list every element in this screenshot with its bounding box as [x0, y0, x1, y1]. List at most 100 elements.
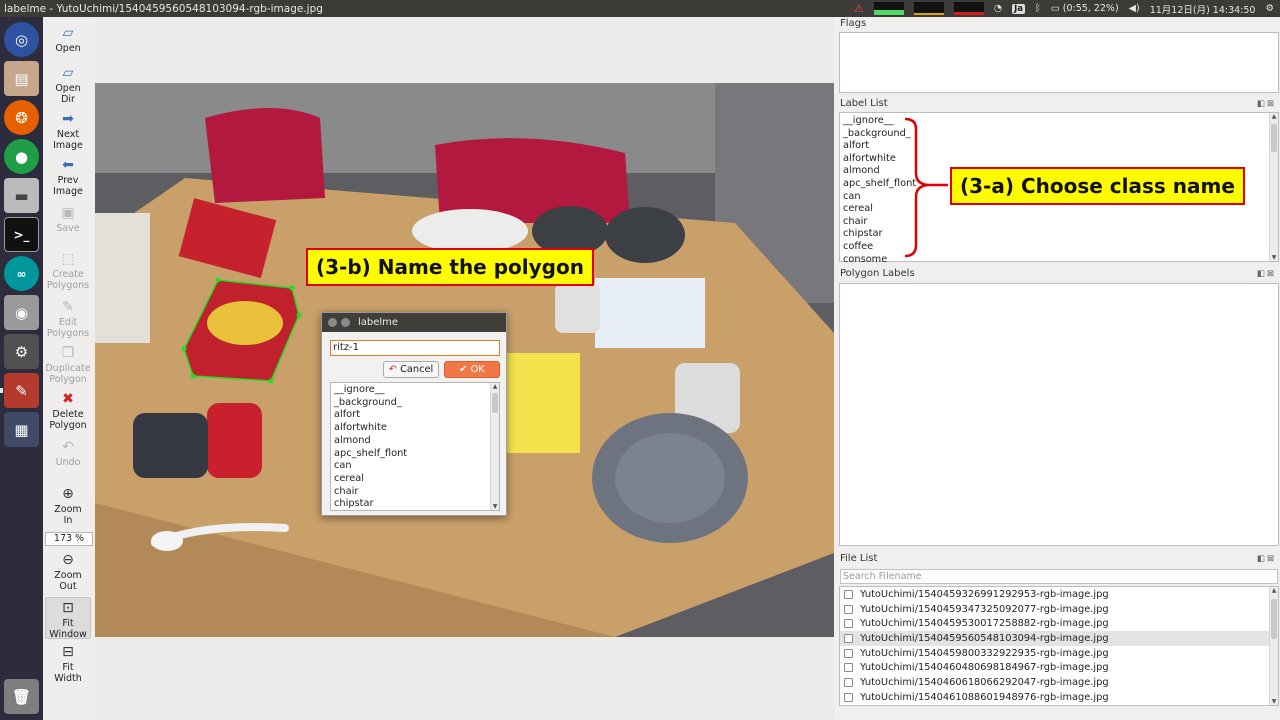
- label-option-item[interactable]: chair: [334, 486, 496, 499]
- file-list-item[interactable]: YutoUchimi/1540459326991292953-rgb-image…: [840, 587, 1278, 602]
- file-checkbox[interactable]: [844, 648, 853, 658]
- scrollbar-thumb[interactable]: [492, 393, 498, 413]
- power-icon[interactable]: ⚙: [1265, 3, 1274, 14]
- label-list-scrollbar[interactable]: ▲ ▼: [1269, 113, 1278, 261]
- label-option-item[interactable]: can: [334, 460, 496, 473]
- scroll-down-icon[interactable]: ▼: [491, 503, 499, 510]
- battery-indicator[interactable]: ▭ (0:55, 22%): [1051, 3, 1119, 14]
- label-options-list[interactable]: __ignore__ _background_ alfort alfortwhite a…: [330, 382, 500, 511]
- chrome-icon[interactable]: ●: [4, 139, 39, 174]
- zoom-level-field[interactable]: 173 %: [45, 532, 93, 546]
- file-list-item[interactable]: YutoUchimi/1540459560548103094-rgb-image…: [840, 631, 1278, 646]
- brace-icon: [904, 117, 948, 258]
- ubuntu-dash-icon[interactable]: ◎: [4, 22, 39, 57]
- label-option-item[interactable]: almond: [334, 435, 496, 448]
- create-polygons-button[interactable]: ⬚ Create Polygons: [45, 251, 91, 291]
- labelme-app-icon[interactable]: ✎: [4, 373, 39, 408]
- file-checkbox[interactable]: [844, 589, 853, 599]
- edit-polygons-button[interactable]: ✎ Edit Polygons: [45, 299, 91, 339]
- file-list-scrollbar[interactable]: ▲ ▼: [1269, 587, 1278, 705]
- scroll-down-icon[interactable]: ▼: [1270, 254, 1278, 261]
- input-method-indicator[interactable]: Ja: [1012, 3, 1026, 14]
- file-list-item[interactable]: YutoUchimi/1540460618066292047-rgb-image…: [840, 675, 1278, 690]
- label-option-item[interactable]: _background_: [334, 397, 496, 410]
- scrollbar-thumb[interactable]: [1271, 599, 1277, 639]
- window-title: labelme - YutoUchimi/1540459560548103094…: [4, 2, 323, 15]
- system-monitor-net-icon[interactable]: [913, 2, 944, 15]
- arrow-right-icon: ➡: [62, 111, 74, 127]
- fit-window-button[interactable]: ⊡ Fit Window: [45, 597, 91, 640]
- settings-icon[interactable]: ⚙: [4, 334, 39, 369]
- scroll-up-icon[interactable]: ▲: [491, 383, 499, 390]
- label-option-item[interactable]: alfortwhite: [334, 422, 496, 435]
- fit-width-button[interactable]: ⊟ Fit Width: [45, 644, 91, 684]
- bluetooth-icon[interactable]: ᛒ: [1035, 3, 1041, 14]
- label-options[interactable]: __ignore__ _background_ alfort alfortwhite a…: [331, 383, 499, 513]
- scroll-up-icon[interactable]: ▲: [1270, 587, 1278, 594]
- float-dock-icon[interactable]: ◧: [1257, 269, 1267, 279]
- next-image-button[interactable]: ➡ Next Image: [45, 111, 91, 151]
- scroll-up-icon[interactable]: ▲: [1270, 113, 1278, 120]
- file-list[interactable]: YutoUchimi/1540459326991292953-rgb-image…: [840, 587, 1278, 705]
- scroll-down-icon[interactable]: ▼: [1270, 698, 1278, 705]
- close-dock-icon[interactable]: ⊠: [1267, 554, 1276, 564]
- file-search-input[interactable]: Search Filename: [840, 569, 1278, 584]
- polygon-labels-panel[interactable]: [839, 283, 1279, 546]
- file-checkbox[interactable]: [844, 663, 853, 673]
- volume-icon[interactable]: ◀): [1129, 3, 1140, 14]
- files-icon[interactable]: ▤: [4, 61, 39, 96]
- dock-buttons: ◧⊠: [1257, 99, 1276, 109]
- workspace-switcher-icon[interactable]: ▦: [4, 412, 39, 447]
- file-checkbox[interactable]: [844, 633, 853, 643]
- system-monitor-icon[interactable]: [873, 2, 904, 15]
- camera-icon[interactable]: ◉: [4, 295, 39, 330]
- zoom-in-button[interactable]: ⊕ Zoom In: [45, 486, 91, 526]
- cancel-button[interactable]: ↶ Cancel: [383, 361, 439, 378]
- system-monitor-disk-icon[interactable]: [953, 2, 984, 15]
- file-checkbox[interactable]: [844, 692, 853, 702]
- ok-button[interactable]: ✔ OK: [444, 361, 500, 378]
- file-list-item[interactable]: YutoUchimi/1540459800332922935-rgb-image…: [840, 646, 1278, 661]
- open-button[interactable]: ▱ Open: [45, 25, 91, 54]
- fit-window-icon: ⊡: [62, 600, 74, 616]
- label-option-item[interactable]: alfort: [334, 409, 496, 422]
- label-option-item[interactable]: __ignore__: [334, 384, 496, 397]
- save-button[interactable]: ▣ Save: [45, 205, 91, 234]
- label-option-item[interactable]: chipstar: [334, 498, 496, 511]
- file-checkbox[interactable]: [844, 604, 853, 614]
- firefox-icon[interactable]: ❂: [4, 100, 39, 135]
- file-checkbox[interactable]: [844, 619, 853, 629]
- delete-polygon-button[interactable]: ✖ Delete Polygon: [45, 391, 91, 431]
- close-icon[interactable]: [328, 318, 337, 327]
- close-dock-icon[interactable]: ⊠: [1267, 99, 1276, 109]
- duplicate-polygon-button[interactable]: ❐ Duplicate Polygon: [45, 345, 91, 385]
- dialog-titlebar[interactable]: labelme: [322, 313, 506, 332]
- zoom-out-button[interactable]: ⊖ Zoom Out: [45, 552, 91, 592]
- trash-icon[interactable]: 🗑: [4, 679, 39, 714]
- terminal-icon[interactable]: >_: [4, 217, 39, 252]
- open-dir-button[interactable]: ▱ Open Dir: [45, 65, 91, 105]
- undo-button[interactable]: ↶ Undo: [45, 439, 91, 468]
- file-list-item[interactable]: YutoUchimi/1540459347325092077-rgb-image…: [840, 602, 1278, 617]
- file-list-item[interactable]: YutoUchimi/1540461088601948976-rgb-image…: [840, 690, 1278, 705]
- warning-icon[interactable]: ⚠: [854, 2, 864, 15]
- float-dock-icon[interactable]: ◧: [1257, 99, 1267, 109]
- dialog-list-scrollbar[interactable]: ▲ ▼: [490, 383, 499, 510]
- prev-image-button[interactable]: ⬅ Prev Image: [45, 157, 91, 197]
- scrollbar-thumb[interactable]: [1271, 124, 1277, 152]
- label-name-input[interactable]: ritz-1: [330, 340, 500, 356]
- file-list-panel[interactable]: YutoUchimi/1540459326991292953-rgb-image…: [839, 586, 1279, 706]
- drive-icon[interactable]: ▬: [4, 178, 39, 213]
- file-list-item[interactable]: YutoUchimi/1540460480698184967-rgb-image…: [840, 660, 1278, 675]
- file-list-item[interactable]: YutoUchimi/1540459530017258882-rgb-image…: [840, 616, 1278, 631]
- callout-choose-class: (3-a) Choose class name: [950, 167, 1245, 205]
- minimize-icon[interactable]: [341, 318, 350, 327]
- file-checkbox[interactable]: [844, 677, 853, 687]
- close-dock-icon[interactable]: ⊠: [1267, 269, 1276, 279]
- label-option-item[interactable]: apc_shelf_flont: [334, 448, 496, 461]
- label-option-item[interactable]: cereal: [334, 473, 496, 486]
- clock[interactable]: 11月12日(月) 14:34:50: [1150, 2, 1256, 16]
- float-dock-icon[interactable]: ◧: [1257, 554, 1267, 564]
- wifi-icon[interactable]: ◔: [994, 3, 1002, 14]
- arduino-icon[interactable]: ∞: [4, 256, 39, 291]
